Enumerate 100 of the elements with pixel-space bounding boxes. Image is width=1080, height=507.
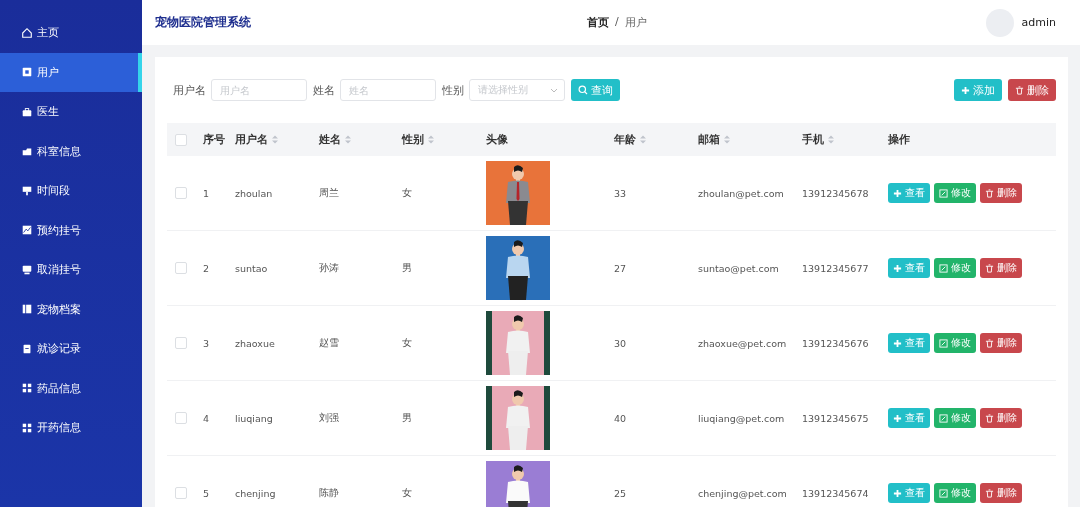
- table-cell: 周兰: [319, 186, 339, 198]
- table-cell: 40: [614, 412, 627, 424]
- sort-icon[interactable]: [828, 135, 834, 144]
- column-header[interactable]: 性别: [402, 132, 424, 147]
- column-header[interactable]: 手机: [802, 132, 824, 147]
- sidebar-item[interactable]: 用户: [0, 52, 142, 92]
- sidebar-item[interactable]: 医生: [0, 92, 142, 132]
- delete-button[interactable]: 删除: [980, 183, 1022, 203]
- trash-icon: [985, 338, 994, 348]
- table-cell: 女: [402, 336, 412, 348]
- edit-icon: [939, 263, 948, 273]
- edit-icon: [939, 413, 948, 423]
- column-header: 头像: [486, 132, 508, 147]
- menu-item-icon: [21, 263, 33, 276]
- edit-icon: [939, 188, 948, 198]
- row-checkbox[interactable]: [175, 187, 187, 199]
- column-header[interactable]: 邮箱: [698, 132, 720, 147]
- table-cell: 25: [614, 487, 627, 499]
- menu-item-icon: [21, 145, 33, 158]
- menu-item-icon: [21, 382, 33, 395]
- column-header: 序号: [203, 132, 225, 147]
- plus-icon: [961, 85, 970, 95]
- table-cell: 33: [614, 187, 627, 199]
- table-cell: 30: [614, 337, 627, 349]
- row-checkbox[interactable]: [175, 262, 187, 274]
- table-cell: 13912345676: [802, 337, 869, 349]
- delete-button[interactable]: 删除: [980, 333, 1022, 353]
- table-cell: zhaoxue: [235, 337, 275, 349]
- table-cell: 男: [402, 411, 412, 423]
- sort-icon[interactable]: [272, 135, 278, 144]
- row-number: 4: [203, 412, 210, 424]
- delete-button[interactable]: 删除: [1008, 79, 1056, 101]
- app-title: 宠物医院管理系统: [155, 14, 252, 31]
- menu-item-icon: [21, 342, 33, 355]
- menu-item-icon: [21, 26, 33, 39]
- filter-label: 用户名: [173, 82, 206, 98]
- user-name[interactable]: admin: [1021, 16, 1056, 29]
- plus-icon: [893, 263, 902, 273]
- breadcrumb-item: 用户: [624, 15, 647, 30]
- menu-item-icon: [21, 421, 33, 434]
- table-cell: chenjing@pet.com: [698, 487, 787, 499]
- sort-icon[interactable]: [640, 135, 646, 144]
- sort-icon[interactable]: [345, 135, 351, 144]
- menu-item-icon: [21, 184, 33, 197]
- table-cell: 孙涛: [319, 261, 339, 273]
- table-cell: 13912345678: [802, 187, 869, 199]
- table-cell: chenjing: [235, 487, 276, 499]
- table-cell: 赵雪: [319, 336, 339, 348]
- table-cell: suntao@pet.com: [698, 262, 779, 274]
- row-number: 5: [203, 487, 210, 499]
- table-cell: 陈静: [319, 486, 339, 498]
- table-cell: 刘强: [319, 411, 339, 423]
- column-header[interactable]: 年龄: [614, 132, 636, 147]
- select-all-checkbox[interactable]: [175, 133, 187, 146]
- table-cell: zhoulan: [235, 187, 273, 199]
- row-number: 2: [203, 262, 210, 274]
- sidebar-item[interactable]: 宠物档案: [0, 289, 142, 329]
- plus-icon: [893, 488, 902, 498]
- delete-button[interactable]: 删除: [980, 483, 1022, 503]
- table-cell: liuqiang: [235, 412, 273, 424]
- sidebar-item[interactable]: 科室信息: [0, 131, 142, 171]
- trash-icon: [985, 263, 994, 273]
- menu-item-icon: [21, 303, 33, 316]
- menu-item-icon: [21, 224, 33, 237]
- breadcrumb-separator: /: [615, 15, 619, 30]
- sidebar-item[interactable]: 药品信息: [0, 368, 142, 408]
- delete-button[interactable]: 删除: [980, 258, 1022, 278]
- row-number: 3: [203, 337, 210, 349]
- filter-label: 姓名: [313, 82, 335, 98]
- sidebar-item[interactable]: 取消挂号: [0, 250, 142, 290]
- column-header[interactable]: 用户名: [235, 132, 268, 147]
- sidebar-item[interactable]: 主页: [0, 13, 142, 53]
- trash-icon: [985, 413, 994, 423]
- menu-item-icon: [21, 66, 33, 79]
- column-header: 操作: [888, 132, 910, 147]
- sort-icon[interactable]: [724, 135, 730, 144]
- breadcrumb-item[interactable]: 首页: [587, 15, 609, 30]
- search-icon: [578, 85, 588, 95]
- sidebar-item[interactable]: 时间段: [0, 171, 142, 211]
- trash-icon: [1015, 85, 1024, 95]
- row-checkbox[interactable]: [175, 487, 187, 499]
- menu-item-icon: [21, 105, 33, 118]
- row-number: 1: [203, 187, 210, 199]
- row-checkbox[interactable]: [175, 337, 187, 349]
- plus-icon: [893, 188, 902, 198]
- delete-button[interactable]: 删除: [980, 408, 1022, 428]
- sidebar-item[interactable]: 预约挂号: [0, 210, 142, 250]
- column-header[interactable]: 姓名: [319, 132, 341, 147]
- sidebar-item[interactable]: 开药信息: [0, 408, 142, 448]
- filter-label: 性别: [442, 82, 464, 98]
- edit-icon: [939, 338, 948, 348]
- table-cell: 女: [402, 486, 412, 498]
- row-checkbox[interactable]: [175, 412, 187, 424]
- table-cell: zhoulan@pet.com: [698, 187, 784, 199]
- table-cell: zhaoxue@pet.com: [698, 337, 787, 349]
- trash-icon: [985, 488, 994, 498]
- table-cell: 男: [402, 261, 412, 273]
- sort-icon[interactable]: [428, 135, 434, 144]
- table-cell: suntao: [235, 262, 268, 274]
- sidebar-item[interactable]: 就诊记录: [0, 329, 142, 369]
